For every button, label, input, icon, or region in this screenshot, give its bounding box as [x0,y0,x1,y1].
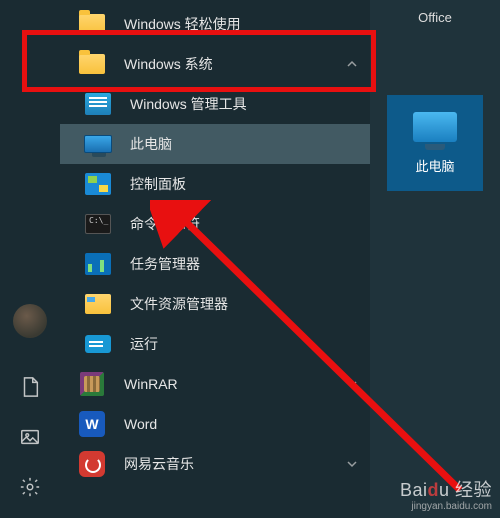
wm-brand-cn: 经验 [455,480,492,500]
menu-label: 运行 [130,334,158,354]
menu-item-cmd[interactable]: C:\_ 命令提示符 [60,204,370,244]
control-panel-icon [84,170,112,198]
word-icon: W [78,410,106,438]
watermark: Baidu 经验 jingyan.baidu.com [400,481,492,512]
menu-label: Windows 管理工具 [130,94,247,114]
tile-group-label: Office [418,10,452,25]
folder-icon [78,10,106,38]
menu-item-windows-ease[interactable]: Windows 轻松使用 [60,4,370,44]
start-tiles-panel: Office 此电脑 [370,0,500,518]
tile-this-pc[interactable]: 此电脑 [387,95,483,191]
wm-brand: Bai [400,480,428,500]
user-avatar[interactable] [13,304,47,338]
menu-item-file-explorer[interactable]: 文件资源管理器 [60,284,370,324]
menu-label: 文件资源管理器 [130,294,228,314]
menu-label: 此电脑 [130,134,172,154]
menu-label: 任务管理器 [130,254,200,274]
pc-icon [413,112,457,142]
menu-item-netease-music[interactable]: 网易云音乐 [60,444,370,484]
menu-item-this-pc[interactable]: 此电脑 [60,124,370,164]
menu-item-control-panel[interactable]: 控制面板 [60,164,370,204]
folder-icon [78,50,106,78]
settings-icon[interactable] [19,476,41,498]
menu-label: 命令提示符 [130,214,200,234]
chevron-down-icon [346,378,358,390]
pictures-icon[interactable] [19,426,41,448]
chevron-down-icon [346,458,358,470]
menu-item-windows-admin-tools[interactable]: Windows 管理工具 [60,84,370,124]
wm-brand-suf: u [439,480,450,500]
run-icon [84,330,112,358]
menu-label: 网易云音乐 [124,454,194,474]
menu-label: Windows 轻松使用 [124,14,241,34]
menu-label: WinRAR [124,376,178,392]
pc-icon [84,130,112,158]
documents-icon[interactable] [19,376,41,398]
menu-item-winrar[interactable]: WinRAR [60,364,370,404]
admin-tools-icon [84,90,112,118]
menu-item-word[interactable]: W Word [60,404,370,444]
start-left-rail [0,0,60,518]
netease-icon [78,450,106,478]
task-manager-icon [84,250,112,278]
menu-label: Windows 系统 [124,54,213,74]
cmd-icon: C:\_ [84,210,112,238]
explorer-icon [84,290,112,318]
menu-item-task-manager[interactable]: 任务管理器 [60,244,370,284]
tile-caption: 此电脑 [415,156,454,175]
start-app-list: Windows 轻松使用 Windows 系统 Windows 管理工具 此电脑… [60,0,370,518]
menu-item-run[interactable]: 运行 [60,324,370,364]
wm-brand-mid: d [427,480,439,500]
menu-item-windows-system[interactable]: Windows 系统 [60,44,370,84]
menu-label: 控制面板 [130,174,186,194]
menu-label: Word [124,416,157,432]
winrar-icon [78,370,106,398]
wm-sub: jingyan.baidu.com [400,501,492,512]
chevron-up-icon [346,58,358,70]
